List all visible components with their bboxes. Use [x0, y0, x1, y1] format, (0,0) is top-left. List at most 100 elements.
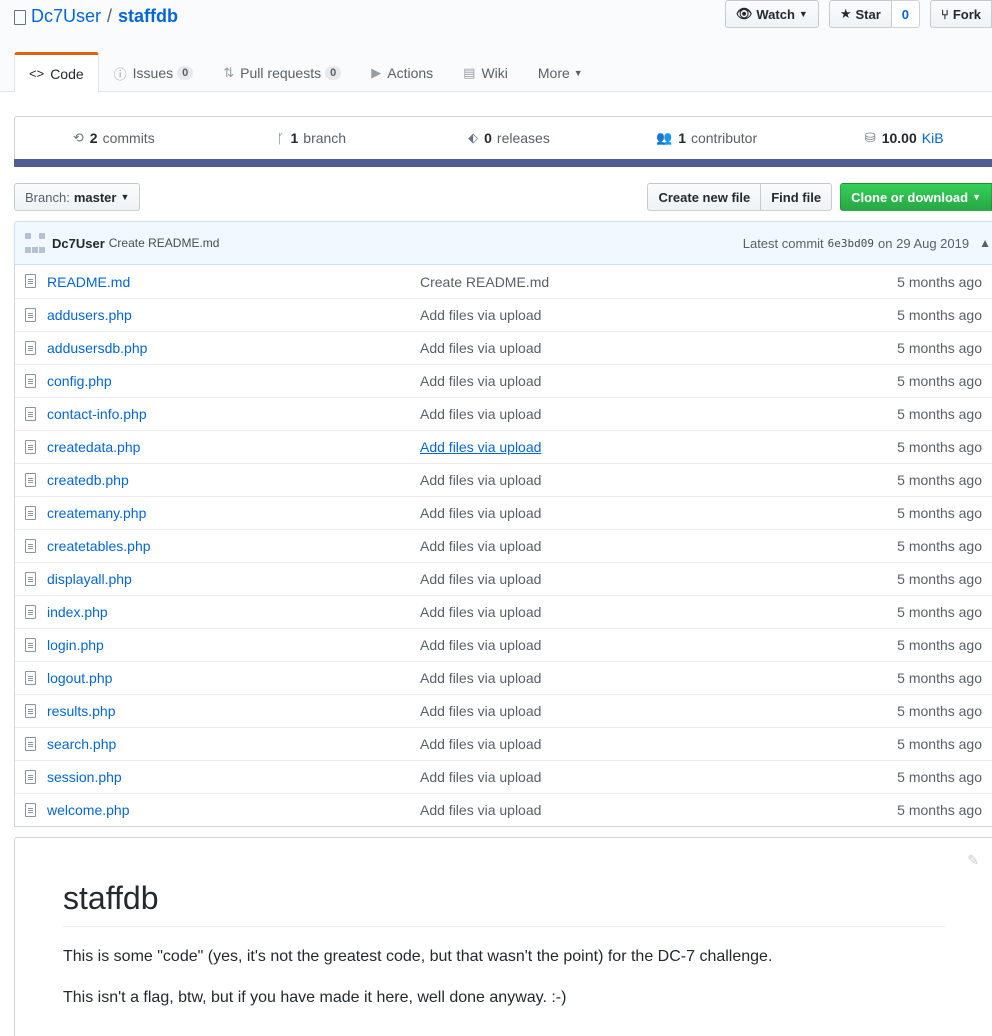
repo-owner-link[interactable]: Dc7User	[31, 6, 101, 27]
file-name-link[interactable]: welcome.php	[47, 802, 130, 818]
issues-count-badge: 0	[177, 66, 194, 80]
table-row: createtables.php Add files via upload 5 mo…	[15, 529, 992, 562]
file-name-link[interactable]: config.php	[47, 373, 112, 389]
file-commit-message-link[interactable]: Add files via upload	[420, 571, 541, 587]
tab-code-label: Code	[50, 65, 84, 82]
table-row: logout.php Add files via upload 5 months a…	[15, 661, 992, 694]
readme-title: staffdb	[63, 880, 159, 916]
tab-issues-label: Issues	[132, 65, 174, 81]
file-commit-message-link[interactable]: Add files via upload	[420, 439, 541, 455]
file-commit-message-link[interactable]: Create README.md	[420, 274, 549, 290]
star-button-label: Star	[855, 6, 881, 22]
file-name-link[interactable]: contact-info.php	[47, 406, 147, 422]
language-bar[interactable]	[14, 159, 992, 167]
star-button[interactable]: ★ Star	[828, 0, 892, 28]
file-commit-message-link[interactable]: Add files via upload	[420, 736, 541, 752]
file-age: 5 months ago	[897, 505, 982, 521]
tab-wiki[interactable]: ▤ Wiki	[448, 52, 523, 92]
file-name-link[interactable]: README.md	[47, 274, 130, 290]
file-name-link[interactable]: createtables.php	[47, 538, 151, 554]
file-name-link[interactable]: logout.php	[47, 670, 112, 686]
file-name-link[interactable]: login.php	[47, 637, 104, 653]
file-commit-message-link[interactable]: Add files via upload	[420, 670, 541, 686]
chevron-down-icon: ▼	[798, 9, 808, 19]
commit-date: on 29 Aug 2019	[878, 235, 970, 251]
file-name-link[interactable]: search.php	[47, 736, 116, 752]
file-commit-message-link[interactable]: Add files via upload	[420, 769, 541, 785]
file-commit-message-link[interactable]: Add files via upload	[420, 307, 541, 323]
create-new-file-button[interactable]: Create new file	[647, 183, 762, 211]
file-name-link[interactable]: index.php	[47, 604, 108, 620]
tab-more-label: More	[537, 65, 570, 81]
code-icon: <>	[29, 66, 45, 81]
avatar[interactable]	[25, 233, 45, 253]
file-commit-message-link[interactable]: Add files via upload	[420, 505, 541, 521]
file-icon	[25, 374, 36, 388]
fork-button[interactable]: ⑂ Fork	[930, 0, 992, 28]
file-age: 5 months ago	[897, 439, 982, 455]
issue-icon: ⓘ	[113, 66, 127, 82]
commit-sha-link[interactable]: 6e3bd09	[828, 237, 874, 250]
file-age: 5 months ago	[897, 571, 982, 587]
readme-divider	[63, 926, 945, 927]
watch-button[interactable]: 👁 Watch ▼	[724, 0, 819, 28]
repo-summary: ⟲ 2 commits ᚴ 1 branch ⬖ 0 releases 👥 1 …	[14, 116, 992, 159]
commit-message-link[interactable]: Create README.md	[109, 236, 220, 250]
summary-branches[interactable]: ᚴ 1 branch	[213, 117, 411, 159]
file-name-link[interactable]: displayall.php	[47, 571, 132, 587]
summary-contributors[interactable]: 👥 1 contributor	[608, 117, 806, 159]
file-commit-message-link[interactable]: Add files via upload	[420, 604, 541, 620]
branch-label: branch	[303, 130, 347, 146]
file-commit-message-link[interactable]: Add files via upload	[420, 703, 541, 719]
file-age: 5 months ago	[897, 736, 982, 752]
file-commit-message-link[interactable]: Add files via upload	[420, 472, 541, 488]
repo-title: Dc7User / staffdb	[14, 4, 178, 28]
summary-releases[interactable]: ⬖ 0 releases	[410, 117, 608, 159]
contributor-count: 1	[678, 130, 686, 146]
file-commit-message-link[interactable]: Add files via upload	[420, 406, 541, 422]
pull-request-icon: ⇅	[223, 65, 235, 80]
repo-name-link[interactable]: staffdb	[118, 6, 178, 27]
table-row: contact-info.php Add files via upload 5 mo…	[15, 397, 992, 430]
file-commit-message-link[interactable]: Add files via upload	[420, 802, 541, 818]
watch-button-label: Watch	[756, 6, 795, 22]
summary-commits[interactable]: ⟲ 2 commits	[15, 117, 213, 159]
branch-select-label: Branch:	[25, 189, 70, 205]
tag-icon: ⬖	[468, 130, 479, 145]
file-commit-message-link[interactable]: Add files via upload	[420, 373, 541, 389]
file-name-link[interactable]: createdata.php	[47, 439, 140, 455]
tab-actions[interactable]: ▶ Actions	[356, 52, 448, 92]
play-icon: ▶	[371, 65, 382, 80]
branch-select-button[interactable]: Branch: master ▼	[14, 183, 141, 211]
commit-author-link[interactable]: Dc7User	[52, 236, 105, 251]
commits-count: 2	[89, 130, 98, 146]
file-icon	[25, 638, 36, 652]
file-name-link[interactable]: createdb.php	[47, 472, 129, 488]
file-commit-message-link[interactable]: Add files via upload	[420, 637, 541, 653]
file-icon	[25, 605, 36, 619]
chevron-up-icon[interactable]: ▲	[979, 236, 991, 250]
tab-issues[interactable]: ⓘ Issues 0	[99, 52, 209, 92]
file-name-link[interactable]: createmany.php	[47, 505, 146, 521]
file-age: 5 months ago	[897, 769, 982, 785]
size-unit: KiB	[921, 130, 944, 146]
file-name-link[interactable]: addusers.php	[47, 307, 132, 323]
pencil-icon[interactable]: ✎	[967, 852, 979, 869]
tab-code[interactable]: <> Code	[14, 52, 99, 93]
book-icon: ▤	[463, 65, 476, 80]
commit-meta: Latest commit 6e3bd09 on 29 Aug 2019 ▲	[743, 222, 991, 264]
readme-paragraph: This isn't a flag, btw, but if you have …	[63, 989, 567, 1006]
file-name-link[interactable]: results.php	[47, 703, 115, 719]
file-commit-message-link[interactable]: Add files via upload	[420, 538, 541, 554]
clone-or-download-button[interactable]: Clone or download ▼	[840, 183, 992, 211]
table-row: README.md Create README.md 5 months ago	[15, 265, 992, 298]
file-name-link[interactable]: session.php	[47, 769, 122, 785]
find-file-button[interactable]: Find file	[761, 183, 833, 211]
tab-pull-requests[interactable]: ⇅ Pull requests 0	[208, 52, 356, 92]
tab-more[interactable]: More ▼	[523, 52, 598, 92]
file-age: 5 months ago	[897, 273, 982, 290]
file-commit-message-link[interactable]: Add files via upload	[420, 340, 541, 356]
file-age: 5 months ago	[897, 604, 982, 620]
star-count[interactable]: 0	[891, 0, 921, 28]
file-name-link[interactable]: addusersdb.php	[47, 340, 147, 356]
